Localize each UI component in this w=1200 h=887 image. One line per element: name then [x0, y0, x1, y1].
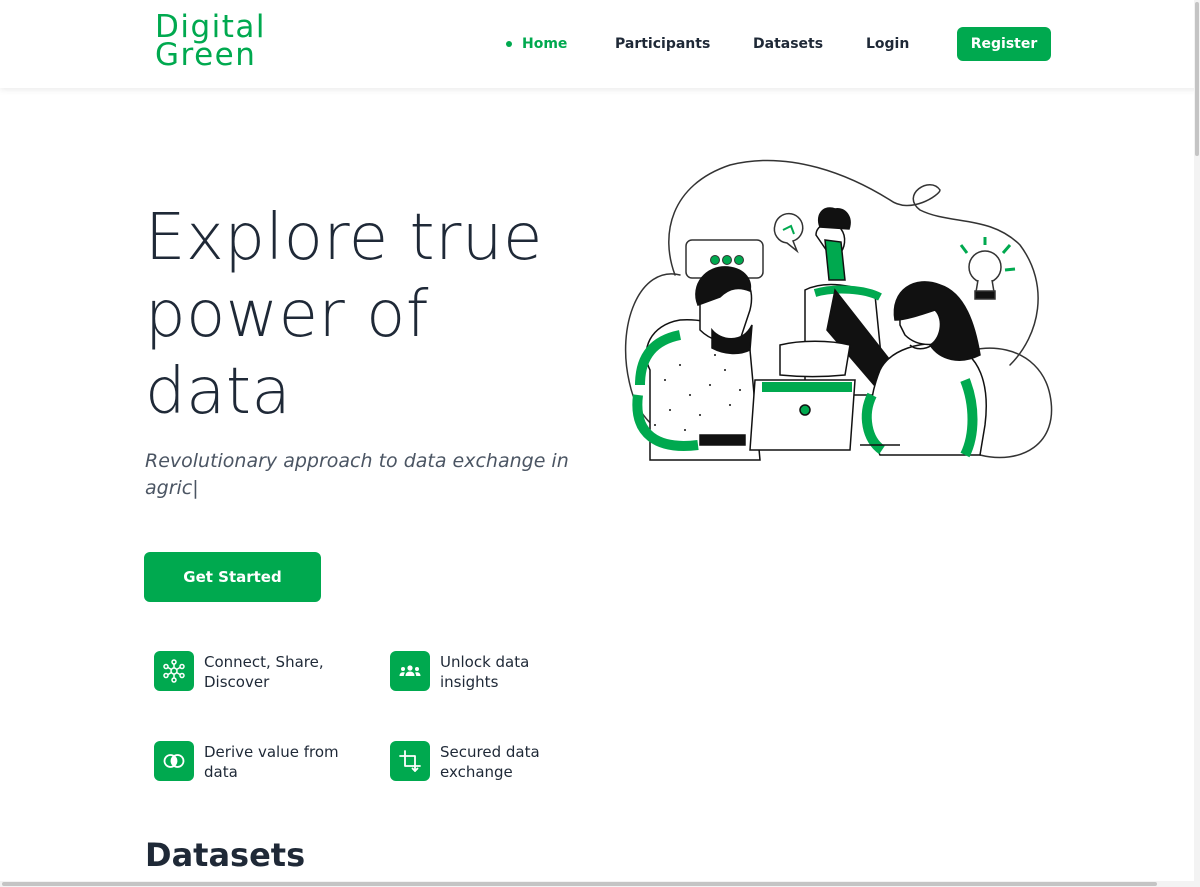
nav-datasets-label: Datasets [753, 36, 824, 52]
get-started-button[interactable]: Get Started [144, 552, 321, 602]
feature-secured-exchange: Secured data exchange [390, 741, 590, 782]
feature-connect-label: Connect, Share, Discover [204, 653, 324, 691]
feature-derive-value: Derive value from data [154, 741, 354, 782]
network-icon [154, 651, 194, 691]
nav-participants-label: Participants [615, 36, 711, 52]
feature-insights-label: Unlock data insights [440, 653, 530, 691]
team-collaboration-illustration [624, 159, 1053, 461]
vertical-scrollbar-thumb[interactable] [1195, 2, 1199, 156]
digital-green-logo[interactable]: Digital Green [155, 12, 266, 73]
feature-insights: Unlock data insights [390, 651, 590, 692]
nav-datasets[interactable]: Datasets [753, 27, 823, 61]
lightbulb-icon [959, 237, 1016, 300]
horizontal-scrollbar-thumb[interactable] [2, 882, 1157, 886]
nav-home-label: Home [522, 36, 568, 52]
hero-subtitle: Revolutionary approach to data exchange … [145, 450, 569, 499]
nav-home[interactable]: Home [506, 27, 567, 61]
crop-icon [390, 741, 430, 781]
nav-participants[interactable]: Participants [615, 27, 710, 61]
register-button[interactable]: Register [957, 27, 1051, 61]
nav-login-label: Login [866, 36, 910, 52]
active-indicator-dot [506, 41, 512, 47]
horizontal-scrollbar[interactable] [0, 881, 1200, 887]
group-icon [390, 651, 430, 691]
logo-line-2: Green [155, 37, 257, 73]
site-header: Digital Green Home Participants Datasets… [0, 0, 1200, 88]
feature-secured-exchange-label: Secured data exchange [440, 743, 540, 781]
feature-derive-value-label: Derive value from data [204, 743, 339, 781]
datasets-section-title: Datasets [145, 836, 306, 874]
overlapping-circles-icon [154, 741, 194, 781]
vertical-scrollbar[interactable] [1194, 0, 1200, 887]
nav-login[interactable]: Login [866, 27, 909, 61]
hero-title: Explore true power of data [145, 201, 543, 429]
feature-connect: Connect, Share, Discover [154, 651, 354, 692]
